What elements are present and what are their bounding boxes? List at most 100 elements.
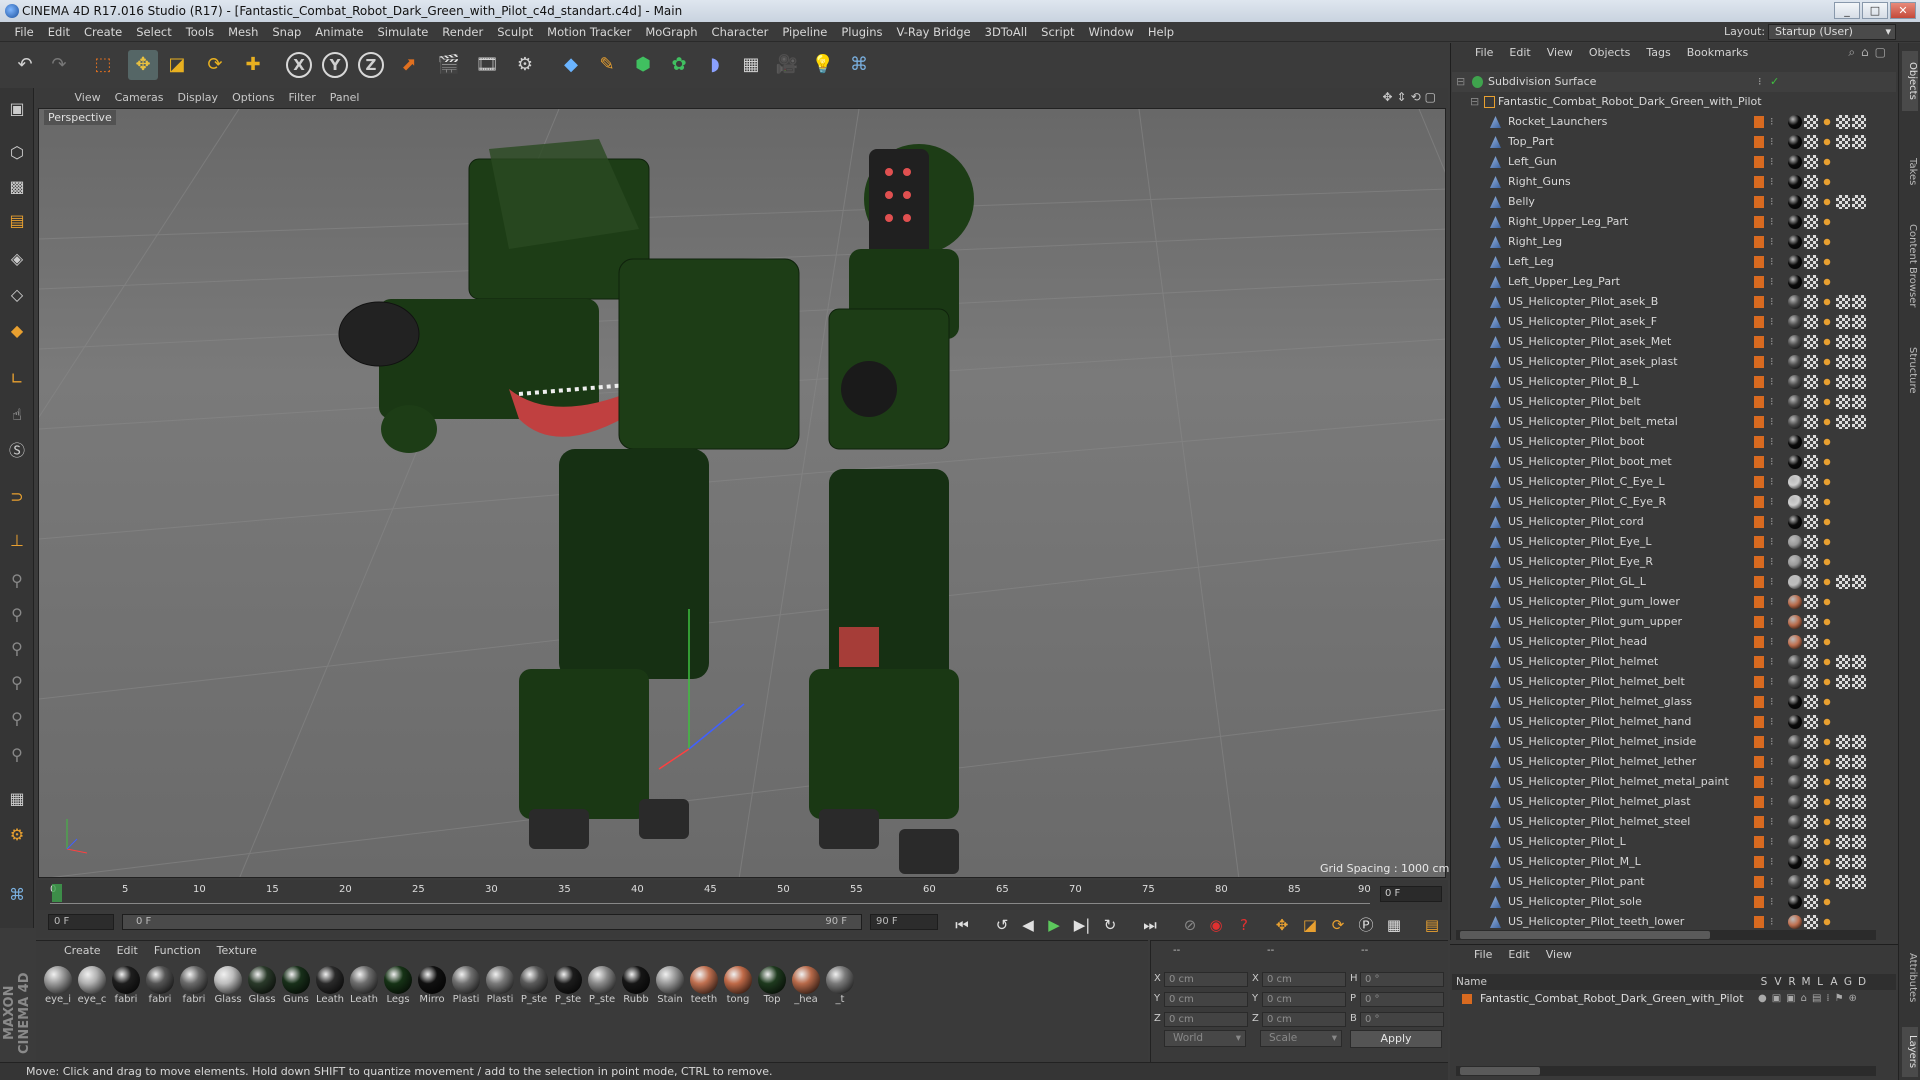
material-tag-icon[interactable] xyxy=(1788,615,1802,629)
texture-tag-icon[interactable] xyxy=(1804,835,1818,849)
layer-color-tag[interactable] xyxy=(1754,716,1764,728)
layer-color-tag[interactable] xyxy=(1754,596,1764,608)
visibility-dots-icon[interactable]: ⁝ xyxy=(1770,272,1774,292)
texture-tag-icon[interactable] xyxy=(1852,575,1866,589)
brush-icon[interactable]: ⚲ xyxy=(4,568,30,594)
layer-color-tag[interactable] xyxy=(1754,456,1764,468)
texture-tag-icon[interactable] xyxy=(1836,355,1850,369)
model-mode-icon[interactable]: ⬡ xyxy=(4,140,30,166)
layer-color-tag[interactable] xyxy=(1754,376,1764,388)
object-row[interactable]: US_Helicopter_Pilot_B_L ⁝ xyxy=(1452,372,1896,392)
coord-position-field[interactable]: 0 cm xyxy=(1164,1012,1248,1027)
layer-color-swatch[interactable] xyxy=(1462,994,1472,1004)
go-to-start-icon[interactable]: ⏮ xyxy=(950,914,974,936)
material-menu-create[interactable]: Create xyxy=(56,941,109,961)
texture-tag-icon[interactable] xyxy=(1804,615,1818,629)
texture-tag-icon[interactable] xyxy=(1804,675,1818,689)
layer-color-tag[interactable] xyxy=(1754,516,1764,528)
texture-tag-icon[interactable] xyxy=(1804,495,1818,509)
object-row[interactable]: US_Helicopter_Pilot_asek_B ⁝ xyxy=(1452,292,1896,312)
object-row-robot-group[interactable]: ⊟ Fantastic_Combat_Robot_Dark_Green_with… xyxy=(1452,92,1896,112)
visibility-dots-icon[interactable]: ⁝ xyxy=(1770,872,1774,892)
object-row[interactable]: US_Helicopter_Pilot_helmet_plast ⁝ xyxy=(1452,792,1896,812)
texture-tag-icon[interactable] xyxy=(1804,855,1818,869)
menu-window[interactable]: Window xyxy=(1082,22,1141,42)
material-tag-icon[interactable] xyxy=(1788,815,1802,829)
uvw-tag-icon[interactable] xyxy=(1820,755,1834,769)
playhead[interactable] xyxy=(52,884,62,902)
object-row[interactable]: US_Helicopter_Pilot_boot ⁝ xyxy=(1452,432,1896,452)
texture-tag-icon[interactable] xyxy=(1836,575,1850,589)
viewport-menu-options[interactable]: Options xyxy=(225,88,281,108)
coord-size-field[interactable]: 0 cm xyxy=(1262,1012,1346,1027)
layer-color-tag[interactable] xyxy=(1754,396,1764,408)
visibility-dots-icon[interactable]: ⁝ xyxy=(1770,472,1774,492)
deformer-icon[interactable]: ◗ xyxy=(700,50,730,80)
scrollbar-thumb[interactable] xyxy=(1460,931,1710,939)
object-row[interactable]: US_Helicopter_Pilot_C_Eye_L ⁝ xyxy=(1452,472,1896,492)
material-tag-icon[interactable] xyxy=(1788,555,1802,569)
scale-icon[interactable]: ◪ xyxy=(162,50,192,80)
material-swatch[interactable]: Top xyxy=(756,966,788,1005)
object-row[interactable]: US_Helicopter_Pilot_asek_Met ⁝ xyxy=(1452,332,1896,352)
texture-tag-icon[interactable] xyxy=(1804,555,1818,569)
material-tag-icon[interactable] xyxy=(1788,715,1802,729)
layer-color-tag[interactable] xyxy=(1754,556,1764,568)
uvw-tag-icon[interactable] xyxy=(1820,795,1834,809)
texture-tag-icon[interactable] xyxy=(1804,195,1818,209)
object-row[interactable]: US_Helicopter_Pilot_M_L ⁝ xyxy=(1452,852,1896,872)
texture-tag-icon[interactable] xyxy=(1852,835,1866,849)
object-row[interactable]: Top_Part ⁝ xyxy=(1452,132,1896,152)
layer-color-tag[interactable] xyxy=(1754,136,1764,148)
minimize-button[interactable]: _ xyxy=(1834,2,1860,19)
tab-layers[interactable]: Layers xyxy=(1902,1027,1918,1077)
object-row[interactable]: US_Helicopter_Pilot_helmet ⁝ xyxy=(1452,652,1896,672)
material-tag-icon[interactable] xyxy=(1788,655,1802,669)
light-icon[interactable]: 💡 xyxy=(808,50,838,80)
texture-tag-icon[interactable] xyxy=(1852,675,1866,689)
object-row[interactable]: US_Helicopter_Pilot_GL_L ⁝ xyxy=(1452,572,1896,592)
object-row[interactable]: US_Helicopter_Pilot_helmet_belt ⁝ xyxy=(1452,672,1896,692)
layer-color-tag[interactable] xyxy=(1754,856,1764,868)
layer-color-tag[interactable] xyxy=(1754,696,1764,708)
layer-color-tag[interactable] xyxy=(1754,236,1764,248)
menu-simulate[interactable]: Simulate xyxy=(370,22,435,42)
texture-tag-icon[interactable] xyxy=(1852,135,1866,149)
object-row[interactable]: US_Helicopter_Pilot_belt_metal ⁝ xyxy=(1452,412,1896,432)
layer-color-tag[interactable] xyxy=(1754,636,1764,648)
material-tag-icon[interactable] xyxy=(1788,515,1802,529)
texture-tag-icon[interactable] xyxy=(1836,775,1850,789)
texture-tag-icon[interactable] xyxy=(1804,415,1818,429)
texture-tag-icon[interactable] xyxy=(1852,115,1866,129)
layer-color-tag[interactable] xyxy=(1754,876,1764,888)
tab-takes[interactable]: Takes xyxy=(1902,147,1918,197)
collapse-icon[interactable]: ⊟ xyxy=(1470,92,1479,112)
uvw-tag-icon[interactable] xyxy=(1820,235,1834,249)
object-row[interactable]: US_Helicopter_Pilot_asek_F ⁝ xyxy=(1452,312,1896,332)
viewport-nav-icons[interactable]: ✥⇕⟲▢ xyxy=(1382,90,1440,104)
texture-tag-icon[interactable] xyxy=(1804,455,1818,469)
undo-icon[interactable]: ↶ xyxy=(10,50,40,80)
menu-script[interactable]: Script xyxy=(1034,22,1081,42)
coordinate-system-icon[interactable]: ⬈ xyxy=(394,50,424,80)
material-swatch[interactable]: _t xyxy=(824,966,856,1005)
pull-brush-icon[interactable]: ⚲ xyxy=(4,602,30,628)
uvw-tag-icon[interactable] xyxy=(1820,855,1834,869)
layer-color-tag[interactable] xyxy=(1754,756,1764,768)
uvw-tag-icon[interactable] xyxy=(1820,915,1834,929)
uvw-tag-icon[interactable] xyxy=(1820,895,1834,909)
texture-tag-icon[interactable] xyxy=(1836,115,1850,129)
tab-attributes[interactable]: Attributes xyxy=(1902,943,1918,1013)
material-menu-function[interactable]: Function xyxy=(146,941,209,961)
object-row[interactable]: US_Helicopter_Pilot_pant ⁝ xyxy=(1452,872,1896,892)
material-swatch[interactable]: Plasti xyxy=(484,966,516,1005)
rotate-snap-icon[interactable]: ⚙ xyxy=(4,822,30,848)
texture-tag-icon[interactable] xyxy=(1836,295,1850,309)
texture-tag-icon[interactable] xyxy=(1804,635,1818,649)
uvw-tag-icon[interactable] xyxy=(1820,875,1834,889)
material-swatch[interactable]: fabri xyxy=(144,966,176,1005)
object-row[interactable]: US_Helicopter_Pilot_helmet_lether ⁝ xyxy=(1452,752,1896,772)
visibility-dots-icon[interactable]: ⁝ xyxy=(1770,792,1774,812)
texture-tag-icon[interactable] xyxy=(1852,855,1866,869)
object-row[interactable]: Right_Upper_Leg_Part ⁝ xyxy=(1452,212,1896,232)
